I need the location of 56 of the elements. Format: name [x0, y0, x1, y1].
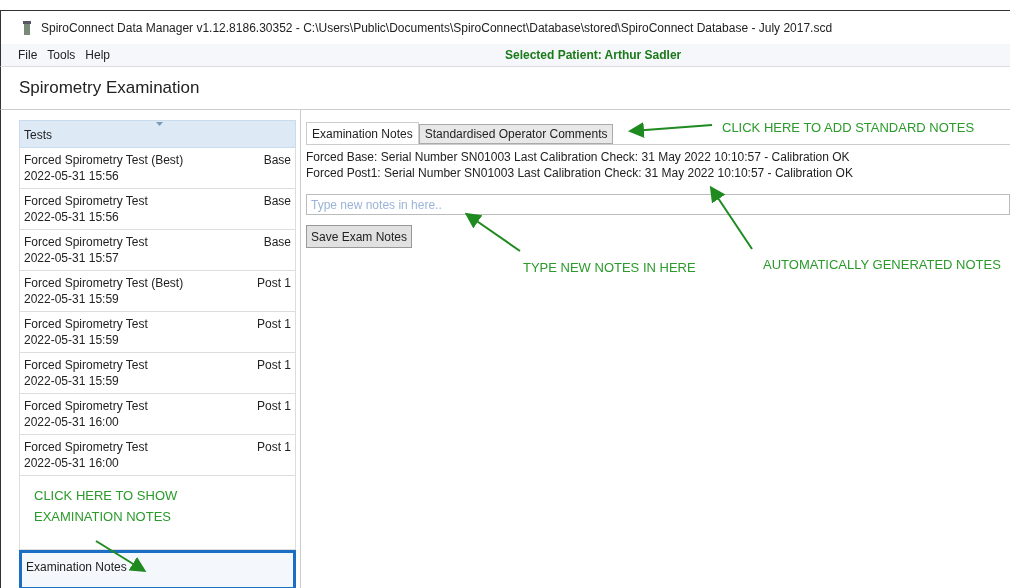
- tab[interactable]: Standardised Operator Comments: [418, 124, 614, 144]
- test-date: 2022-05-31 16:00: [24, 455, 120, 471]
- annotation-text: TYPE NEW NOTES IN HERE: [523, 259, 696, 277]
- test-item[interactable]: Forced Spirometry Test 2022-05-31 16:00 Post 1: [19, 435, 296, 476]
- test-item[interactable]: Forced Spirometry Test 2022-05-31 16:00 Post 1: [19, 394, 296, 435]
- annotation-text: CLICK HERE TO SHOW EXAMINATION NOTES: [34, 487, 179, 526]
- test-name: Forced Spirometry Test (Best): [24, 152, 184, 168]
- test-stage: Base: [263, 193, 291, 210]
- new-note-field[interactable]: Type new notes in here..: [306, 194, 1010, 215]
- test-date: 2022-05-31 15:56: [24, 168, 120, 184]
- test-stage: Base: [263, 234, 291, 251]
- test-name: Forced Spirometry Test (Best): [24, 275, 184, 291]
- test-name: Forced Spirometry Test: [24, 193, 148, 209]
- test-stage: Post 1: [256, 357, 291, 374]
- note-line: Forced Post1: Serial Number SN01003 Last Calibration Check: 31 May 2022 10:10:57 - Calibration OK: [306, 165, 854, 181]
- test-date: 2022-05-31 15:59: [24, 373, 120, 389]
- app-icon: [21, 19, 33, 36]
- save-exam-notes-button[interactable]: Save Exam Notes: [306, 225, 413, 248]
- test-item[interactable]: Forced Spirometry Test 2022-05-31 15:57 Base: [19, 230, 296, 271]
- test-stage: Post 1: [256, 439, 291, 456]
- tests-header-label: Tests: [24, 127, 52, 144]
- annotation-text: CLICK HERE TO ADD STANDARD NOTES: [722, 119, 975, 137]
- arrow: [95, 540, 147, 573]
- examination-notes-item[interactable]: Examination Notes: [19, 550, 296, 588]
- note-line: Forced Base: Serial Number SN01003 Last Calibration Check: 31 May 2022 10:10:57 - Calibration OK: [306, 149, 851, 165]
- annotation-text: AUTOMATICALLY GENERATED NOTES: [763, 256, 1001, 274]
- test-date: 2022-05-31 15:56: [24, 209, 120, 225]
- window-title: SpiroConnect Data Manager v1.12.8186.30352 - C:\Users\Public\Documents\SpiroConnect\Database\stored\SpiroConnect Database - July 2017.scd: [41, 19, 833, 37]
- tab[interactable]: Examination Notes: [306, 122, 419, 144]
- test-name: Forced Spirometry Test: [24, 357, 148, 373]
- test-stage: Post 1: [256, 275, 291, 292]
- test-date: 2022-05-31 16:00: [24, 414, 120, 430]
- test-stage: Base: [263, 152, 291, 169]
- test-item[interactable]: Forced Spirometry Test (Best) 2022-05-31 15:56 Base: [19, 148, 296, 189]
- test-name: Forced Spirometry Test: [24, 316, 148, 332]
- test-date: 2022-05-31 15:59: [24, 291, 120, 307]
- test-stage: Post 1: [256, 398, 291, 415]
- test-name: Forced Spirometry Test: [24, 234, 148, 250]
- menu-item[interactable]: Help: [80, 46, 116, 64]
- test-date: 2022-05-31 15:59: [24, 332, 120, 348]
- test-item[interactable]: Forced Spirometry Test 2022-05-31 15:59 Post 1: [19, 312, 296, 353]
- test-name: Forced Spirometry Test: [24, 398, 148, 414]
- test-item[interactable]: Forced Spirometry Test (Best) 2022-05-31 15:59 Post 1: [19, 271, 296, 312]
- arrow: [464, 212, 521, 252]
- test-date: 2022-05-31 15:57: [24, 250, 120, 266]
- menu-item[interactable]: File: [1, 46, 43, 64]
- tests-header[interactable]: Tests: [19, 120, 296, 148]
- page-title: Spirometry Examination: [18, 77, 200, 100]
- test-name: Forced Spirometry Test: [24, 439, 148, 455]
- sort-icon: [156, 122, 163, 126]
- arrow: [709, 185, 753, 250]
- test-stage: Post 1: [256, 316, 291, 333]
- selected-patient: Selected Patient: Arthur Sadler: [505, 47, 682, 64]
- test-item[interactable]: Forced Spirometry Test 2022-05-31 15:59 Post 1: [19, 353, 296, 394]
- test-item[interactable]: Forced Spirometry Test 2022-05-31 15:56 Base: [19, 189, 296, 230]
- menu-item[interactable]: Tools: [42, 46, 81, 64]
